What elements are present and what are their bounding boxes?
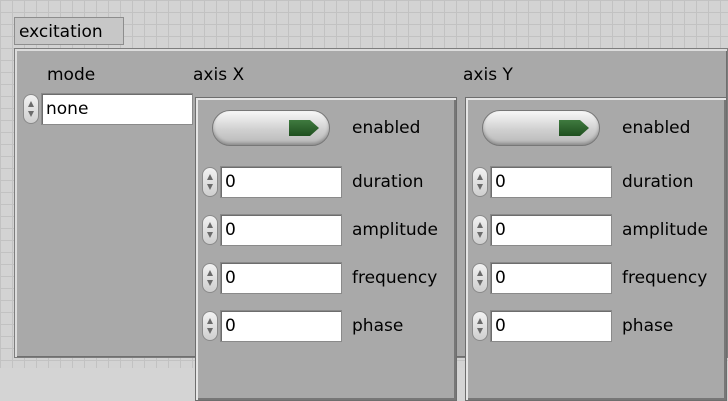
axis-y-duration-field[interactable]: 0 (490, 166, 612, 198)
axis-y-frequency-field[interactable]: 0 (490, 262, 612, 294)
axis-y-enabled-toggle[interactable] (482, 110, 600, 146)
axis-x-enabled-label: enabled (352, 118, 421, 138)
axis-y-phase-spinner[interactable] (472, 311, 488, 341)
axis-x-amplitude-field[interactable]: 0 (220, 214, 342, 246)
axis-x-duration-field[interactable]: 0 (220, 166, 342, 198)
axis-x-duration-control[interactable]: 0 (202, 166, 342, 198)
axis-y-duration-label: duration (622, 172, 694, 192)
axis-y-phase-control[interactable]: 0 (472, 310, 612, 342)
axis-x-phase-control[interactable]: 0 (202, 310, 342, 342)
axis-y-amplitude-field[interactable]: 0 (490, 214, 612, 246)
axis-x-amplitude-control[interactable]: 0 (202, 214, 342, 246)
axis-y-duration-control[interactable]: 0 (472, 166, 612, 198)
axis-y-frequency-label: frequency (622, 268, 708, 288)
increment-arrow-icon (28, 101, 34, 107)
axis-y-frequency-spinner[interactable] (472, 263, 488, 293)
axis-x-phase-field[interactable]: 0 (220, 310, 342, 342)
axis-x-label: axis X (193, 65, 245, 85)
axis-x-phase-label: phase (352, 316, 404, 336)
axis-x-frequency-spinner[interactable] (202, 263, 218, 293)
axis-x-frequency-label: frequency (352, 268, 438, 288)
mode-spinner[interactable] (23, 94, 39, 124)
cluster-label: excitation (14, 17, 124, 45)
axis-y-cluster: enabled 0 duration 0 amplitude 0 frequen… (465, 97, 727, 401)
led-indicator-icon (559, 120, 589, 136)
axis-x-phase-spinner[interactable] (202, 311, 218, 341)
axis-y-enabled-label: enabled (622, 118, 691, 138)
mode-ring-value[interactable]: none (41, 93, 193, 125)
axis-y-amplitude-control[interactable]: 0 (472, 214, 612, 246)
axis-x-amplitude-label: amplitude (352, 220, 438, 240)
axis-y-phase-field[interactable]: 0 (490, 310, 612, 342)
axis-x-enabled-toggle[interactable] (212, 110, 330, 146)
axis-x-frequency-control[interactable]: 0 (202, 262, 342, 294)
axis-x-duration-label: duration (352, 172, 424, 192)
led-indicator-icon (289, 120, 319, 136)
decrement-arrow-icon (28, 111, 34, 117)
axis-y-amplitude-spinner[interactable] (472, 215, 488, 245)
axis-y-phase-label: phase (622, 316, 674, 336)
axis-x-duration-spinner[interactable] (202, 167, 218, 197)
axis-y-amplitude-label: amplitude (622, 220, 708, 240)
excitation-cluster: mode none axis X enabled 0 duration 0 am… (14, 48, 728, 401)
axis-y-frequency-control[interactable]: 0 (472, 262, 612, 294)
mode-label: mode (47, 65, 96, 85)
axis-x-amplitude-spinner[interactable] (202, 215, 218, 245)
mode-control[interactable]: none (23, 93, 193, 125)
axis-x-frequency-field[interactable]: 0 (220, 262, 342, 294)
axis-y-label: axis Y (463, 65, 513, 85)
axis-x-cluster: enabled 0 duration 0 amplitude 0 frequen… (195, 97, 457, 401)
axis-y-duration-spinner[interactable] (472, 167, 488, 197)
